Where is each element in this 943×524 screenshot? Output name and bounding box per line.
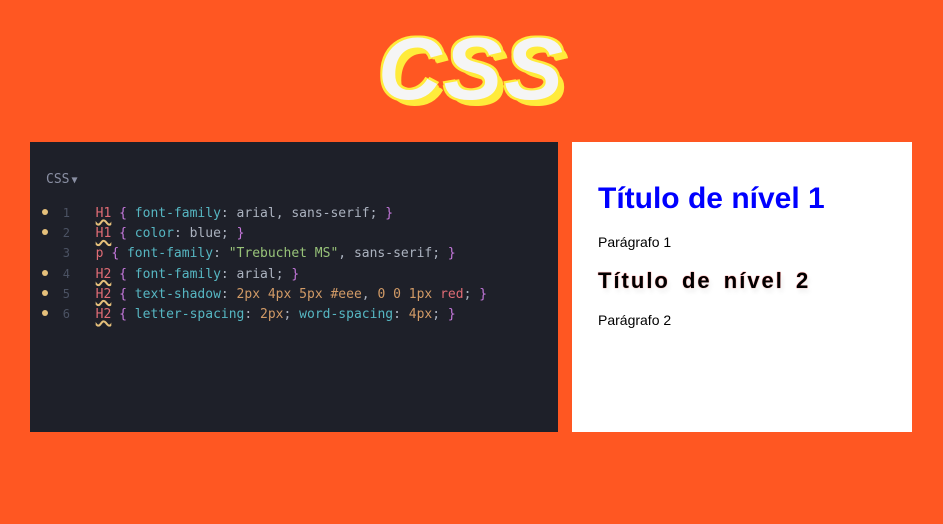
preview-h1: Título de nível 1 xyxy=(598,182,886,216)
code-line[interactable]: 2 H1 { color: blue; } xyxy=(42,224,558,244)
code-text: H2 { text-shadow: 2px 4px 5px #eee, 0 0 … xyxy=(80,285,487,305)
lint-dot-icon xyxy=(42,270,48,276)
editor-lang-label: CSS xyxy=(46,172,69,187)
preview-pane: Título de nível 1 Parágrafo 1 Título de … xyxy=(572,142,912,432)
line-number: 1 xyxy=(58,204,70,223)
code-line[interactable]: 3 p { font-family: "Trebuchet MS", sans-… xyxy=(42,244,558,264)
line-number: 4 xyxy=(58,265,70,284)
preview-p1: Parágrafo 1 xyxy=(598,234,886,250)
editor-lang-dropdown[interactable]: CSS▼ xyxy=(30,170,558,204)
code-line[interactable]: 6 H2 { letter-spacing: 2px; word-spacing… xyxy=(42,305,558,325)
code-line[interactable]: 4 H2 { font-family: arial; } xyxy=(42,265,558,285)
lint-dot-icon xyxy=(42,209,48,215)
line-number: 5 xyxy=(58,285,70,304)
preview-h2: Título de nível 2 xyxy=(598,268,886,294)
code-editor[interactable]: CSS▼ 1 H1 { font-family: arial, sans-ser… xyxy=(30,142,558,432)
line-number: 2 xyxy=(58,224,70,243)
chevron-down-icon: ▼ xyxy=(71,175,77,186)
page-header: CSS xyxy=(0,0,943,142)
code-line[interactable]: 1 H1 { font-family: arial, sans-serif; } xyxy=(42,204,558,224)
code-lines[interactable]: 1 H1 { font-family: arial, sans-serif; }… xyxy=(30,204,558,325)
code-text: H1 { font-family: arial, sans-serif; } xyxy=(80,204,393,224)
preview-p2: Parágrafo 2 xyxy=(598,312,886,328)
lint-dot-icon xyxy=(42,310,48,316)
code-text: H2 { letter-spacing: 2px; word-spacing: … xyxy=(80,305,456,325)
code-text: p { font-family: "Trebuchet MS", sans-se… xyxy=(80,244,456,264)
code-text: H2 { font-family: arial; } xyxy=(80,265,299,285)
lint-dot-icon xyxy=(42,290,48,296)
code-line[interactable]: 5 H2 { text-shadow: 2px 4px 5px #eee, 0 … xyxy=(42,285,558,305)
content-row: CSS▼ 1 H1 { font-family: arial, sans-ser… xyxy=(0,142,943,432)
line-number: 3 xyxy=(58,244,70,263)
lint-dot-icon xyxy=(42,229,48,235)
page-title: CSS xyxy=(378,18,565,120)
code-text: H1 { color: blue; } xyxy=(80,224,244,244)
line-number: 6 xyxy=(58,305,70,324)
